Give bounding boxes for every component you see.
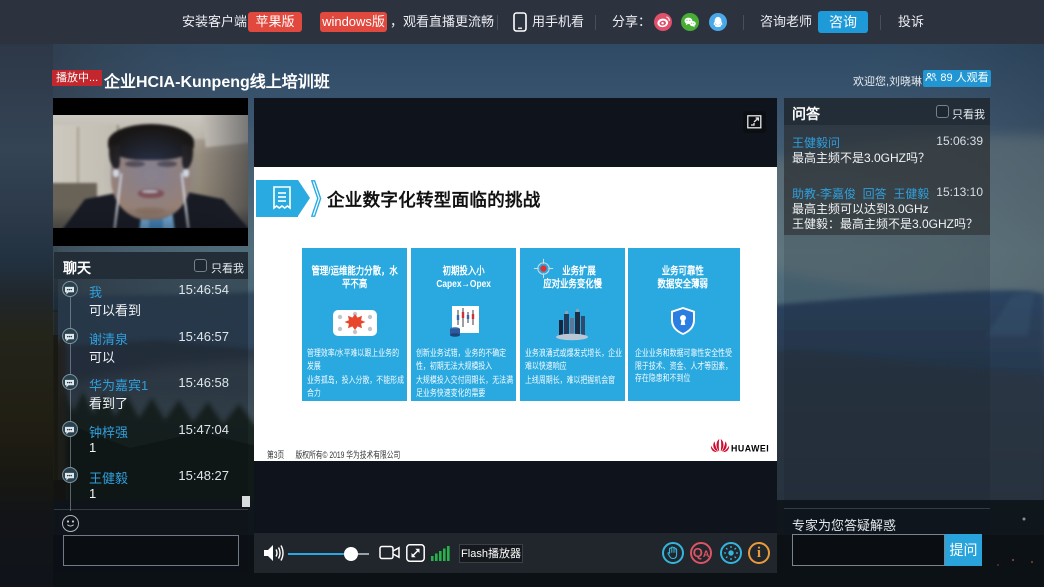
svg-text:HUAWEI: HUAWEI — [731, 444, 769, 454]
